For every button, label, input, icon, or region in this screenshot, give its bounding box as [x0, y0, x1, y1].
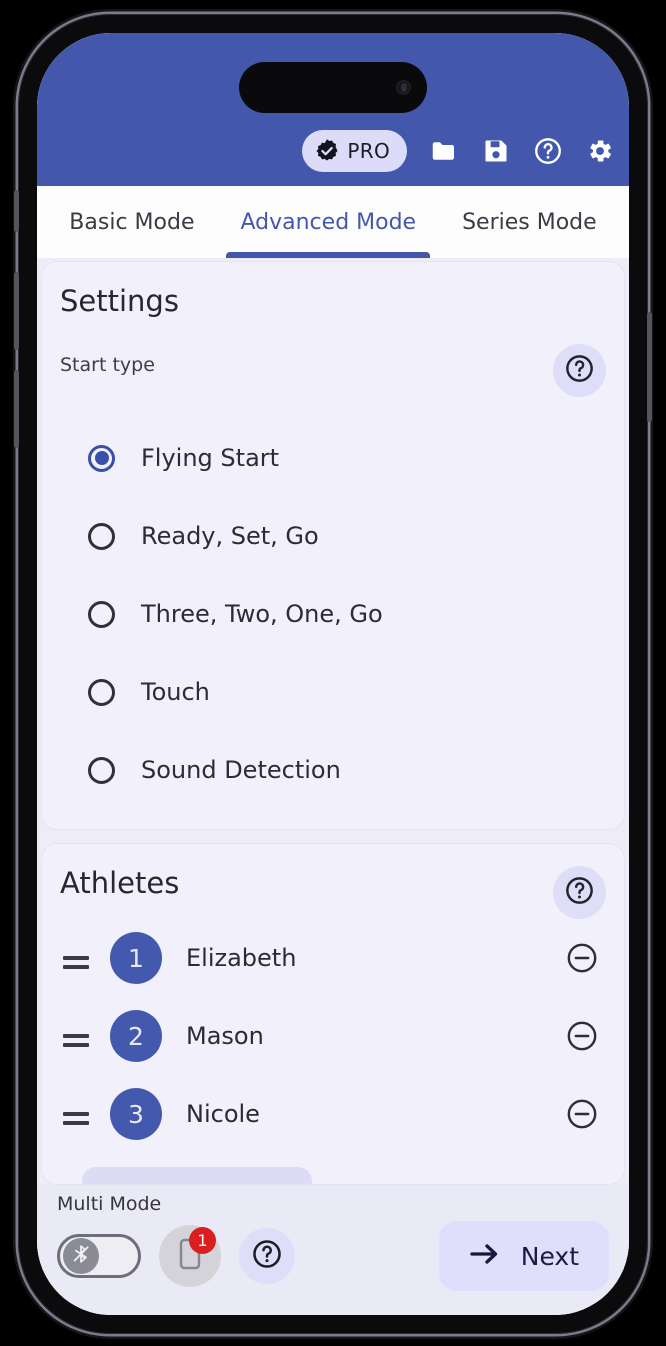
- phone-screen: PRO Basic Mode Advanced Mode Series Mode…: [37, 33, 629, 1315]
- radio-indicator: [88, 678, 115, 706]
- bottom-actions-row: 1 Next: [57, 1221, 609, 1291]
- content-scroll-area[interactable]: Settings Start type Flying Start Ready, …: [37, 258, 629, 1185]
- drag-handle-icon[interactable]: [60, 1112, 92, 1125]
- athletes-header: Athletes: [60, 866, 606, 919]
- dynamic-island: [239, 62, 427, 113]
- bottom-bar: Multi Mode 1 Next: [37, 1185, 629, 1315]
- help-circle-icon: [564, 353, 595, 388]
- radio-label: Sound Detection: [141, 756, 341, 784]
- multi-mode-label: Multi Mode: [57, 1193, 162, 1215]
- remove-athlete-button[interactable]: [564, 1018, 600, 1054]
- next-label: Next: [520, 1241, 579, 1271]
- radio-indicator: [88, 756, 115, 784]
- help-circle-icon: [251, 1238, 283, 1274]
- verified-badge-icon: [314, 138, 340, 164]
- save-icon[interactable]: [481, 136, 511, 166]
- settings-help-button[interactable]: [553, 344, 606, 397]
- start-type-radio-group: Flying Start Ready, Set, Go Three, Two, …: [60, 419, 606, 809]
- lane-number-badge: 2: [110, 1010, 162, 1062]
- tab-series-mode[interactable]: Series Mode: [456, 186, 603, 258]
- radio-option-three-two-one-go[interactable]: Three, Two, One, Go: [60, 575, 606, 653]
- add-athletes-button[interactable]: Add Athletes: [82, 1167, 312, 1184]
- start-type-header: Start type: [60, 344, 606, 397]
- header-actions: PRO: [302, 130, 615, 172]
- device-button[interactable]: 1: [159, 1225, 221, 1287]
- drag-handle-icon[interactable]: [60, 956, 92, 969]
- bottom-help-button[interactable]: [239, 1228, 295, 1284]
- athlete-name: Mason: [186, 1022, 264, 1050]
- device-badge-count: 1: [189, 1227, 216, 1254]
- radio-option-touch[interactable]: Touch: [60, 653, 606, 731]
- athletes-card: Athletes 1 Elizabeth 2 Mason 3 Nicole: [41, 843, 625, 1185]
- bluetooth-off-icon: [70, 1243, 92, 1269]
- folder-icon[interactable]: [429, 136, 459, 166]
- athlete-list: 1 Elizabeth 2 Mason 3 Nicole: [60, 919, 606, 1153]
- athlete-name: Elizabeth: [186, 944, 297, 972]
- app-root: PRO Basic Mode Advanced Mode Series Mode…: [37, 33, 629, 1315]
- tab-advanced-mode[interactable]: Advanced Mode: [226, 186, 430, 258]
- radio-option-flying-start[interactable]: Flying Start: [60, 419, 606, 497]
- arrow-right-icon: [469, 1241, 501, 1271]
- settings-card: Settings Start type Flying Start Ready, …: [41, 261, 625, 830]
- silent-switch[interactable]: [14, 190, 19, 232]
- radio-label: Ready, Set, Go: [141, 522, 319, 550]
- settings-title: Settings: [60, 284, 179, 318]
- radio-label: Touch: [141, 678, 210, 706]
- remove-athlete-button[interactable]: [564, 940, 600, 976]
- volume-down-button[interactable]: [14, 370, 19, 448]
- volume-up-button[interactable]: [14, 272, 19, 350]
- table-row[interactable]: 1 Elizabeth: [60, 919, 606, 997]
- drag-handle-icon[interactable]: [60, 1034, 92, 1047]
- table-row[interactable]: 2 Mason: [60, 997, 606, 1075]
- bluetooth-toggle[interactable]: [57, 1234, 141, 1278]
- radio-label: Flying Start: [141, 444, 280, 472]
- toggle-knob: [63, 1238, 99, 1274]
- phone-frame: PRO Basic Mode Advanced Mode Series Mode…: [14, 14, 652, 1334]
- remove-athlete-button[interactable]: [564, 1096, 600, 1132]
- radio-option-sound-detection[interactable]: Sound Detection: [60, 731, 606, 809]
- start-type-label: Start type: [60, 354, 155, 376]
- radio-indicator: [88, 600, 115, 628]
- athlete-name: Nicole: [186, 1100, 260, 1128]
- radio-option-ready-set-go[interactable]: Ready, Set, Go: [60, 497, 606, 575]
- settings-gear-icon[interactable]: [585, 136, 615, 166]
- tab-basic-mode[interactable]: Basic Mode: [63, 186, 200, 258]
- athletes-help-button[interactable]: [553, 866, 606, 919]
- front-camera-icon: [396, 80, 411, 95]
- lane-number-badge: 3: [110, 1088, 162, 1140]
- next-button[interactable]: Next: [438, 1221, 609, 1291]
- radio-label: Three, Two, One, Go: [141, 600, 383, 628]
- help-circle-icon: [564, 875, 595, 910]
- lane-number-badge: 1: [110, 932, 162, 984]
- mode-tab-bar: Basic Mode Advanced Mode Series Mode: [37, 186, 629, 258]
- athletes-title: Athletes: [60, 866, 180, 900]
- help-circle-icon[interactable]: [533, 136, 563, 166]
- table-row[interactable]: 3 Nicole: [60, 1075, 606, 1153]
- pro-badge-button[interactable]: PRO: [302, 130, 407, 172]
- power-button[interactable]: [647, 312, 652, 422]
- radio-indicator: [88, 522, 115, 550]
- pro-badge-label: PRO: [347, 139, 390, 163]
- radio-indicator: [88, 444, 115, 472]
